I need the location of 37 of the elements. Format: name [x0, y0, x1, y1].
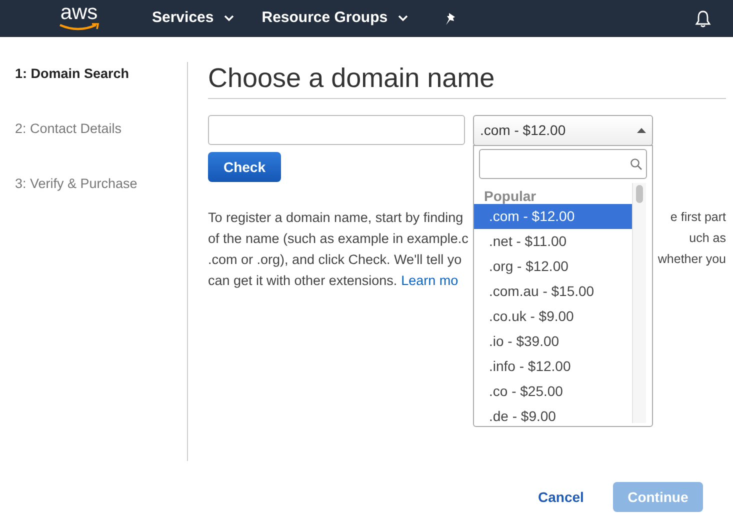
scrollbar[interactable] — [632, 183, 646, 423]
wizard-step[interactable]: 2: Contact Details — [15, 121, 187, 137]
dropdown-option[interactable]: .io - $39.00 — [474, 329, 632, 354]
description-text: uch as — [689, 230, 726, 247]
domain-input[interactable] — [208, 115, 465, 145]
extension-select[interactable]: .com - $12.00 — [473, 115, 653, 146]
option-group-label: Popular — [483, 187, 538, 204]
chevron-down-icon — [224, 15, 234, 22]
dropdown-option[interactable]: .net - $11.00 — [474, 229, 632, 254]
description-text: of the name (such as example in example.c — [208, 230, 468, 248]
dropdown-option[interactable]: .co - $25.00 — [474, 379, 632, 404]
description-text: can get it with other extensions. — [208, 272, 398, 290]
scrollbar-thumb[interactable] — [636, 185, 643, 203]
wizard-step[interactable]: 3: Verify & Purchase — [15, 176, 187, 192]
nav-menu[interactable]: Services — [152, 7, 234, 30]
dropdown-option[interactable]: .com.au - $15.00 — [474, 279, 632, 304]
description-text: e first part — [670, 209, 726, 226]
chevron-down-icon — [398, 15, 408, 22]
learn-more-link[interactable]: Learn mo — [401, 270, 458, 291]
wizard-step[interactable]: 1: Domain Search — [15, 66, 187, 82]
page-title: Choose a domain name — [208, 62, 496, 94]
nav-menu[interactable]: Resource Groups — [262, 7, 408, 30]
search-icon — [630, 158, 642, 170]
check-button[interactable]: Check — [208, 152, 281, 182]
description-text: To register a domain name, start by finding — [208, 209, 464, 227]
bell-icon[interactable] — [695, 10, 711, 28]
dropdown-option[interactable]: .info - $12.00 — [474, 354, 632, 379]
dropdown-option[interactable]: .org - $12.00 — [474, 254, 632, 279]
description-text: whether you — [658, 251, 726, 268]
dropdown-option[interactable]: .com - $12.00 — [474, 204, 632, 229]
description-text: .com or .org), and click Check. We'll tell yo — [208, 251, 462, 269]
dropdown-option[interactable]: .co.uk - $9.00 — [474, 304, 632, 329]
aws-logo[interactable]: aws — [58, 6, 100, 30]
search-field[interactable] — [479, 149, 647, 179]
cancel-link[interactable]: Cancel — [538, 486, 584, 508]
dropdown-option[interactable]: .de - $9.00 — [474, 404, 632, 423]
caret-up-icon — [637, 128, 646, 133]
